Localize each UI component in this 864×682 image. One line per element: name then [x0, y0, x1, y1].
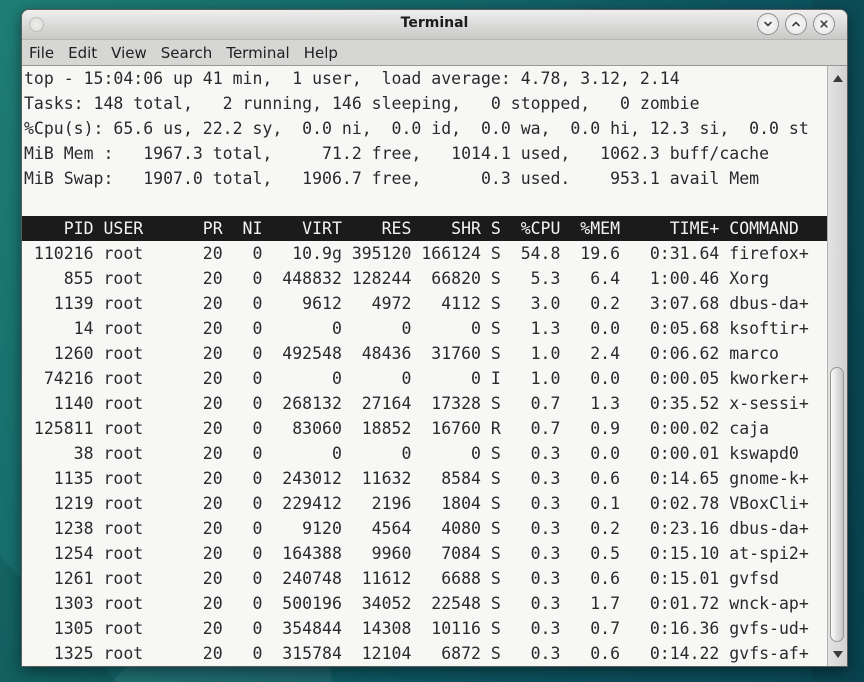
terminal-screen[interactable]: top - 15:04:06 up 41 min, 1 user, load a… [22, 66, 827, 667]
terminal-content: top - 15:04:06 up 41 min, 1 user, load a… [22, 66, 847, 667]
maximize-button[interactable] [785, 13, 807, 35]
process-row: 1139 root 20 0 9612 4972 4112 S 3.0 0.2 … [22, 291, 827, 316]
process-row: 1260 root 20 0 492548 48436 31760 S 1.0 … [22, 341, 827, 366]
top-summary-line-1: top - 15:04:06 up 41 min, 1 user, load a… [22, 66, 827, 91]
close-icon [818, 18, 830, 30]
process-row: 1303 root 20 0 500196 34052 22548 S 0.3 … [22, 591, 827, 616]
scroll-down-button[interactable] [828, 646, 847, 662]
menu-item-edit[interactable]: Edit [61, 43, 104, 63]
process-row: 74216 root 20 0 0 0 0 I 1.0 0.0 0:00.05 … [22, 366, 827, 391]
titlebar[interactable]: Terminal [22, 10, 847, 40]
chevron-up-icon [790, 18, 802, 30]
process-row: 1238 root 20 0 9120 4564 4080 S 0.3 0.2 … [22, 516, 827, 541]
menubar: FileEditViewSearchTerminalHelp [22, 40, 847, 66]
menu-item-file[interactable]: File [22, 43, 61, 63]
top-summary-line-3: %Cpu(s): 65.6 us, 22.2 sy, 0.0 ni, 0.0 i… [22, 116, 827, 141]
menu-item-search[interactable]: Search [154, 43, 220, 63]
close-button[interactable] [813, 13, 835, 35]
process-table-header: PID USER PR NI VIRT RES SHR S %CPU %MEM … [22, 216, 827, 241]
top-summary-line-2: Tasks: 148 total, 2 running, 146 sleepin… [22, 91, 827, 116]
process-row: 1140 root 20 0 268132 27164 17328 S 0.7 … [22, 391, 827, 416]
chevron-down-icon [762, 18, 774, 30]
menu-item-view[interactable]: View [104, 43, 154, 63]
terminal-window: Terminal FileEdit [21, 9, 848, 667]
process-row: 1261 root 20 0 240748 11612 6688 S 0.3 0… [22, 566, 827, 591]
process-row: 1219 root 20 0 229412 2196 1804 S 0.3 0.… [22, 491, 827, 516]
top-summary-line-5: MiB Swap: 1907.0 total, 1906.7 free, 0.3… [22, 166, 827, 191]
top-summary-line-4: MiB Mem : 1967.3 total, 71.2 free, 1014.… [22, 141, 827, 166]
process-row: 125811 root 20 0 83060 18852 16760 R 0.7… [22, 416, 827, 441]
process-row: 14 root 20 0 0 0 0 S 1.3 0.0 0:05.68 kso… [22, 316, 827, 341]
window-controls [757, 13, 835, 35]
scrollbar-thumb[interactable] [830, 367, 844, 642]
process-row: 855 root 20 0 448832 128244 66820 S 5.3 … [22, 266, 827, 291]
window-title: Terminal [22, 15, 847, 31]
process-row: 38 root 20 0 0 0 0 S 0.3 0.0 0:00.01 ksw… [22, 441, 827, 466]
scroll-down-arrow-icon [833, 651, 843, 658]
process-row: 1325 root 20 0 315784 12104 6872 S 0.3 0… [22, 641, 827, 666]
scroll-up-arrow-icon [833, 75, 843, 82]
scroll-up-button[interactable] [828, 70, 847, 86]
menu-item-terminal[interactable]: Terminal [219, 43, 296, 63]
scrollbar[interactable] [827, 66, 847, 667]
menu-item-help[interactable]: Help [297, 43, 345, 63]
process-row: 1305 root 20 0 354844 14308 10116 S 0.3 … [22, 616, 827, 641]
blank-line [22, 191, 827, 216]
process-row: 1254 root 20 0 164388 9960 7084 S 0.3 0.… [22, 541, 827, 566]
process-row: 110216 root 20 0 10.9g 395120 166124 S 5… [22, 241, 827, 266]
desktop-background: Terminal FileEdit [0, 0, 864, 682]
process-row: 1135 root 20 0 243012 11632 8584 S 0.3 0… [22, 466, 827, 491]
minimize-button[interactable] [757, 13, 779, 35]
